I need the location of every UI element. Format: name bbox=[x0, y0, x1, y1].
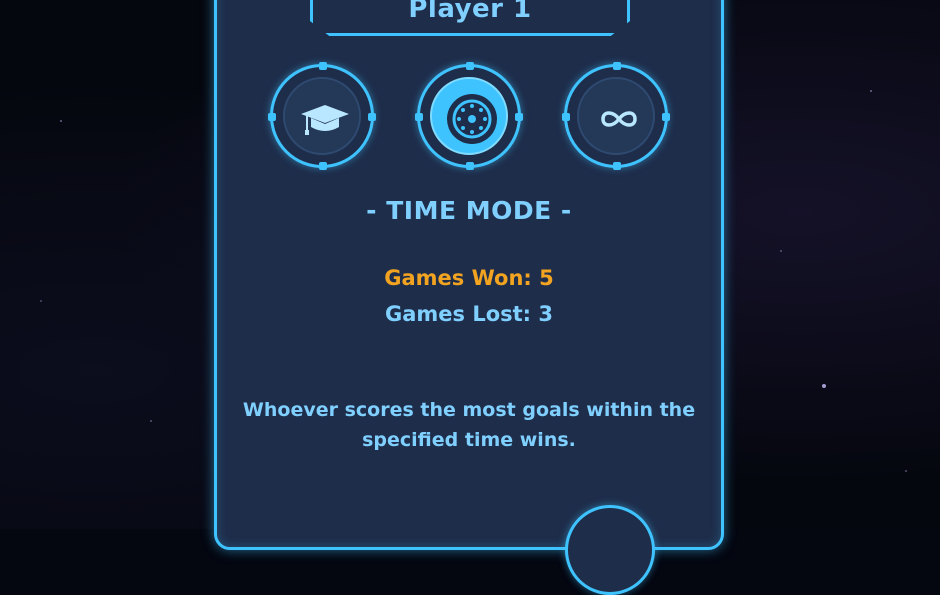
infinity-icon bbox=[601, 111, 637, 127]
wheel-icon bbox=[447, 94, 497, 144]
star bbox=[822, 384, 826, 388]
star bbox=[60, 120, 62, 122]
star bbox=[905, 470, 907, 472]
mode-description: Whoever scores the most goals within the… bbox=[242, 399, 696, 451]
star bbox=[40, 300, 42, 302]
star bbox=[150, 420, 152, 422]
star bbox=[870, 90, 872, 92]
games-lost: Games Lost: 3 bbox=[384, 302, 553, 326]
mode-title: - TIME MODE - bbox=[366, 196, 572, 225]
graduation-cap-icon bbox=[301, 105, 349, 135]
player-name: Player 1 bbox=[408, 0, 532, 24]
confirm-button[interactable] bbox=[565, 505, 655, 595]
infinite-mode-button[interactable] bbox=[562, 62, 670, 170]
star bbox=[780, 250, 782, 252]
training-mode-button[interactable] bbox=[268, 62, 376, 170]
time-mode-button[interactable] bbox=[415, 62, 523, 170]
games-won: Games Won: 5 bbox=[384, 266, 554, 290]
